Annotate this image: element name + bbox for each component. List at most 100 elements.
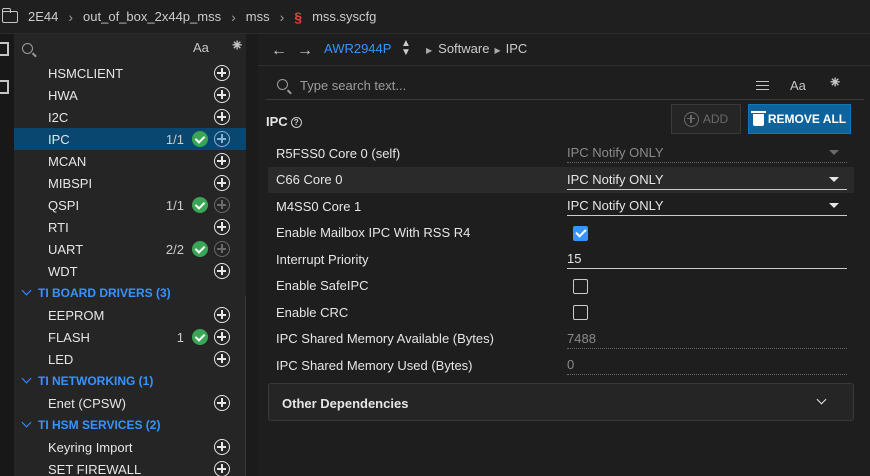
sidebar-group-ti-board-drivers-3[interactable]: TI BOARD DRIVERS (3) <box>14 282 246 304</box>
sidebar-item-wdt[interactable]: WDT <box>14 260 246 282</box>
match-case-icon[interactable]: Aa <box>790 78 806 93</box>
dropdown-caret-icon[interactable] <box>829 203 839 209</box>
add-button[interactable]: ADD <box>671 104 741 134</box>
check-circle-icon <box>192 131 208 147</box>
add-circle-icon[interactable] <box>214 175 230 191</box>
sidebar-item-led[interactable]: LED <box>14 348 246 370</box>
text-field[interactable]: 15 <box>567 249 847 270</box>
sidebar-item-ipc[interactable]: IPC 1/1 <box>14 128 246 150</box>
config-nav: ← → AWR2944P ▲ ▼ ▶ Software ▶ IPC <box>258 34 870 66</box>
chevron-down-icon[interactable] <box>21 285 32 296</box>
add-circle-icon[interactable] <box>214 153 230 169</box>
config-row-enable-crc: Enable CRC <box>268 299 854 326</box>
add-circle-icon[interactable] <box>214 351 230 367</box>
check-circle-icon <box>192 329 208 345</box>
add-button-label: ADD <box>702 112 729 126</box>
forward-arrow-icon[interactable]: → <box>297 42 313 60</box>
breadcrumb-item-folder[interactable]: out_of_box_2x44p_mss <box>83 9 221 24</box>
config-row-r5fss0-core-0-self: R5FSS0 Core 0 (self) IPC Notify ONLY <box>268 140 854 167</box>
help-icon[interactable]: ? <box>290 117 302 129</box>
other-dependencies-section[interactable]: Other Dependencies <box>268 383 854 421</box>
config-row-interrupt-priority: Interrupt Priority 15 <box>268 246 854 273</box>
sidebar-item-hwa[interactable]: HWA <box>14 84 246 106</box>
sidebar-item-uart[interactable]: UART 2/2 <box>14 238 246 260</box>
config-rows: R5FSS0 Core 0 (self) IPC Notify ONLY C66 C… <box>268 140 854 379</box>
sidebar-item-label: IPC <box>48 131 70 147</box>
sidebar-item-enet-cpsw[interactable]: Enet (CPSW) <box>14 392 246 414</box>
sidebar-group-label: TI BOARD DRIVERS (3) <box>38 286 171 300</box>
crumb-ipc[interactable]: IPC <box>506 41 528 56</box>
select-field[interactable]: IPC Notify ONLY <box>567 196 847 217</box>
filter-icon[interactable]: ⁕ <box>828 73 842 93</box>
field-value: IPC Notify ONLY <box>567 145 664 161</box>
match-case-icon[interactable]: Aa <box>193 40 209 55</box>
panel-divider[interactable] <box>246 34 258 476</box>
config-label: C66 Core 0 <box>276 172 343 188</box>
sidebar-item-label: MCAN <box>48 153 87 169</box>
config-row-ipc-shared-memory-available-bytes: IPC Shared Memory Available (Bytes) 7488 <box>268 326 854 353</box>
search-input[interactable] <box>300 74 720 96</box>
sidebar-item-rti[interactable]: RTI <box>14 216 246 238</box>
field-value: IPC Notify ONLY <box>567 171 664 187</box>
add-circle-icon[interactable] <box>214 131 230 147</box>
crumb-software[interactable]: Software <box>438 41 489 56</box>
breadcrumb-item-file[interactable]: mss.syscfg <box>312 9 376 24</box>
sidebar-search[interactable] <box>14 34 246 62</box>
sidebar-item-mibspi[interactable]: MIBSPI <box>14 172 246 194</box>
readonly-value: 7488 <box>567 329 847 349</box>
select-field[interactable]: IPC Notify ONLY <box>567 170 847 190</box>
panel-icon[interactable] <box>0 80 9 94</box>
add-circle-icon[interactable] <box>214 461 230 476</box>
chevron-down-icon[interactable] <box>21 373 32 384</box>
search-icon[interactable] <box>22 42 33 54</box>
sidebar-item-label: HSMCLIENT <box>48 65 124 81</box>
instance-count: 1/1 <box>165 197 184 213</box>
add-circle-icon[interactable] <box>214 197 230 213</box>
add-circle-icon[interactable] <box>214 263 230 279</box>
config-row-ipc-shared-memory-used-bytes: IPC Shared Memory Used (Bytes) 0 <box>268 352 854 379</box>
device-selector[interactable]: AWR2944P <box>324 41 391 56</box>
sidebar-item-label: QSPI <box>48 197 80 213</box>
add-circle-icon[interactable] <box>214 219 230 235</box>
add-circle-icon[interactable] <box>214 241 230 257</box>
add-circle-icon[interactable] <box>214 329 230 345</box>
sidebar-item-hsmclient[interactable]: HSMCLIENT <box>14 62 246 84</box>
add-circle-icon[interactable] <box>214 395 230 411</box>
sidebar-item-set-firewall[interactable]: SET FIREWALL <box>14 458 246 476</box>
activity-bar <box>0 34 14 476</box>
add-circle-icon[interactable] <box>214 307 230 323</box>
add-circle-icon[interactable] <box>214 439 230 455</box>
add-circle-icon[interactable] <box>214 87 230 103</box>
main-panel: ← → AWR2944P ▲▼ ▶Software▶IPC Aa ⁕ IPC? … <box>258 34 870 476</box>
sidebar-item-mcan[interactable]: MCAN <box>14 150 246 172</box>
add-circle-icon[interactable] <box>214 65 230 81</box>
checkbox[interactable] <box>573 305 588 320</box>
trash-icon <box>750 111 766 126</box>
sidebar-item-keyring-import[interactable]: Keyring Import <box>14 436 246 458</box>
chevron-down-icon[interactable] <box>21 417 32 428</box>
config-label: IPC Shared Memory Available (Bytes) <box>276 331 494 347</box>
list-view-icon[interactable] <box>756 81 769 90</box>
explorer-icon[interactable] <box>0 42 9 56</box>
sidebar-item-label: WDT <box>48 263 78 279</box>
breadcrumb-item-subfolder[interactable]: mss <box>246 9 270 24</box>
sidebar-item-eeprom[interactable]: EEPROM <box>14 304 246 326</box>
checkbox[interactable] <box>573 225 588 241</box>
sidebar-item-qspi[interactable]: QSPI 1/1 <box>14 194 246 216</box>
sidebar-group-ti-networking-1[interactable]: TI NETWORKING (1) <box>14 370 246 392</box>
sidebar-item-flash[interactable]: FLASH 1 <box>14 326 246 348</box>
sidebar-item-label: MIBSPI <box>48 175 93 191</box>
sidebar-item-i2c[interactable]: I2C <box>14 106 246 128</box>
remove-all-button[interactable]: REMOVE ALL <box>748 104 851 134</box>
back-arrow-icon[interactable]: ← <box>271 42 287 60</box>
checkbox[interactable] <box>573 278 588 294</box>
breadcrumb-item-project[interactable]: 2E44 <box>28 9 58 24</box>
sidebar-group-ti-hsm-services-2[interactable]: TI HSM SERVICES (2) <box>14 414 246 436</box>
field-value: 15 <box>567 251 582 267</box>
sidebar-item-label: SET FIREWALL <box>48 461 142 476</box>
chevron-down-icon[interactable] <box>816 394 827 405</box>
add-circle-icon[interactable] <box>214 109 230 125</box>
filter-icon[interactable]: ⁕ <box>230 36 244 56</box>
updown-icon[interactable]: ▲ ▼ <box>401 39 411 58</box>
dropdown-caret-icon[interactable] <box>829 176 839 182</box>
